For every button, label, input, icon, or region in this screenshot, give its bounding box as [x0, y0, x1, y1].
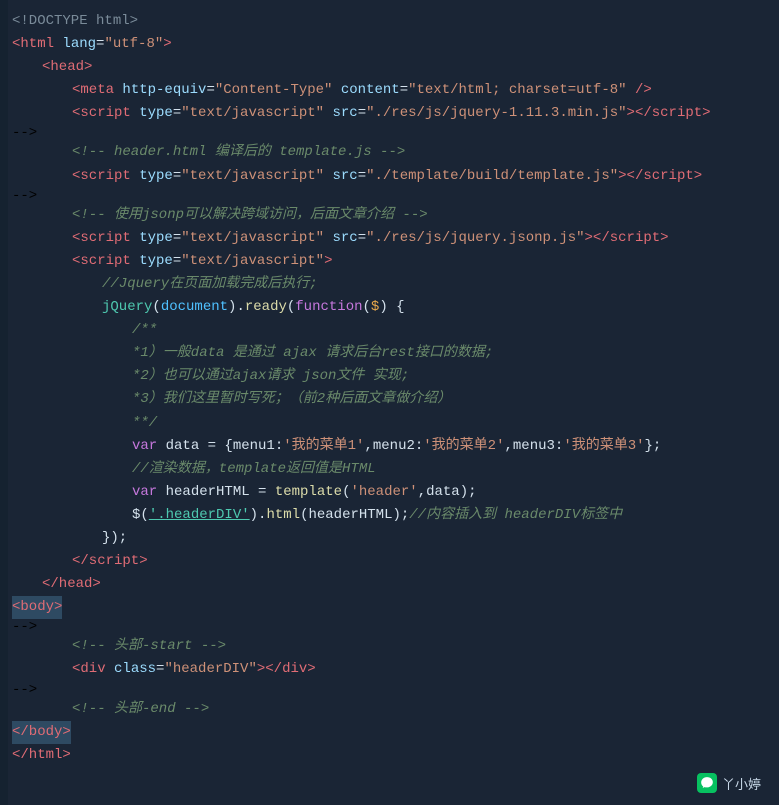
line-19: //渲染数据，template返回值是HTML	[12, 458, 779, 481]
line-16: *3）我们这里暂时写死；（前2种后面文章做介绍）	[12, 388, 779, 411]
line-8: <!-- 使用jsonp可以解决跨域访问，后面文章介绍 -->	[12, 204, 779, 227]
line-21: $('.headerDIV').html(headerHTML);//内容插入到…	[12, 504, 779, 527]
watermark: 丫小婷	[697, 773, 761, 793]
body-open-tag: <body>	[12, 596, 62, 619]
line-10: <script type="text/javascript">	[12, 250, 779, 273]
line-26: <!-- 头部-start -->	[12, 635, 779, 658]
line-14: *1）一般data 是通过 ajax 请求后台rest接口的数据;	[12, 342, 779, 365]
line-28: <!-- 头部-end -->	[12, 698, 779, 721]
line-6: <!-- header.html 编译后的 template.js -->	[12, 141, 779, 164]
line-22: });	[12, 527, 779, 550]
line-1: <!DOCTYPE html>	[12, 10, 779, 33]
jquery-selector: '.headerDIV'	[149, 504, 250, 527]
left-gutter	[0, 0, 8, 805]
line-27: <div class="headerDIV"></div>	[12, 658, 779, 681]
line-18: var data = {menu1:'我的菜单1',menu2:'我的菜单2',…	[12, 435, 779, 458]
code-editor: <!DOCTYPE html> <html lang="utf-8"> <hea…	[0, 0, 779, 805]
line-15: *2）也可以通过ajax请求 json文件 实现;	[12, 365, 779, 388]
doctype: <!DOCTYPE html>	[12, 10, 138, 33]
line-30: </html>	[12, 744, 779, 767]
code-lines: <!DOCTYPE html> <html lang="utf-8"> <hea…	[12, 10, 779, 767]
watermark-text: 丫小婷	[722, 774, 761, 793]
line-23: </script>	[12, 550, 779, 573]
line-5: <script type="text/javascript" src="./re…	[12, 102, 779, 125]
line-12: jQuery(document).ready(function($) {	[12, 296, 779, 319]
line-2: <html lang="utf-8">	[12, 33, 779, 56]
line-25: <body>	[12, 596, 779, 619]
line-3: <head>	[12, 56, 779, 79]
line-24: </head>	[12, 573, 779, 596]
line-13: /**	[12, 319, 779, 342]
line-20: var headerHTML = template('header',data)…	[12, 481, 779, 504]
body-close-tag: </body>	[12, 721, 71, 744]
line-4: <meta http-equiv="Content-Type" content=…	[12, 79, 779, 102]
line-17: **/	[12, 412, 779, 435]
line-7: <script type="text/javascript" src="./te…	[12, 165, 779, 188]
line-11: //Jquery在页面加载完成后执行;	[12, 273, 779, 296]
line-29: </body>	[12, 721, 779, 744]
line-9: <script type="text/javascript" src="./re…	[12, 227, 779, 250]
wechat-icon	[697, 773, 717, 793]
